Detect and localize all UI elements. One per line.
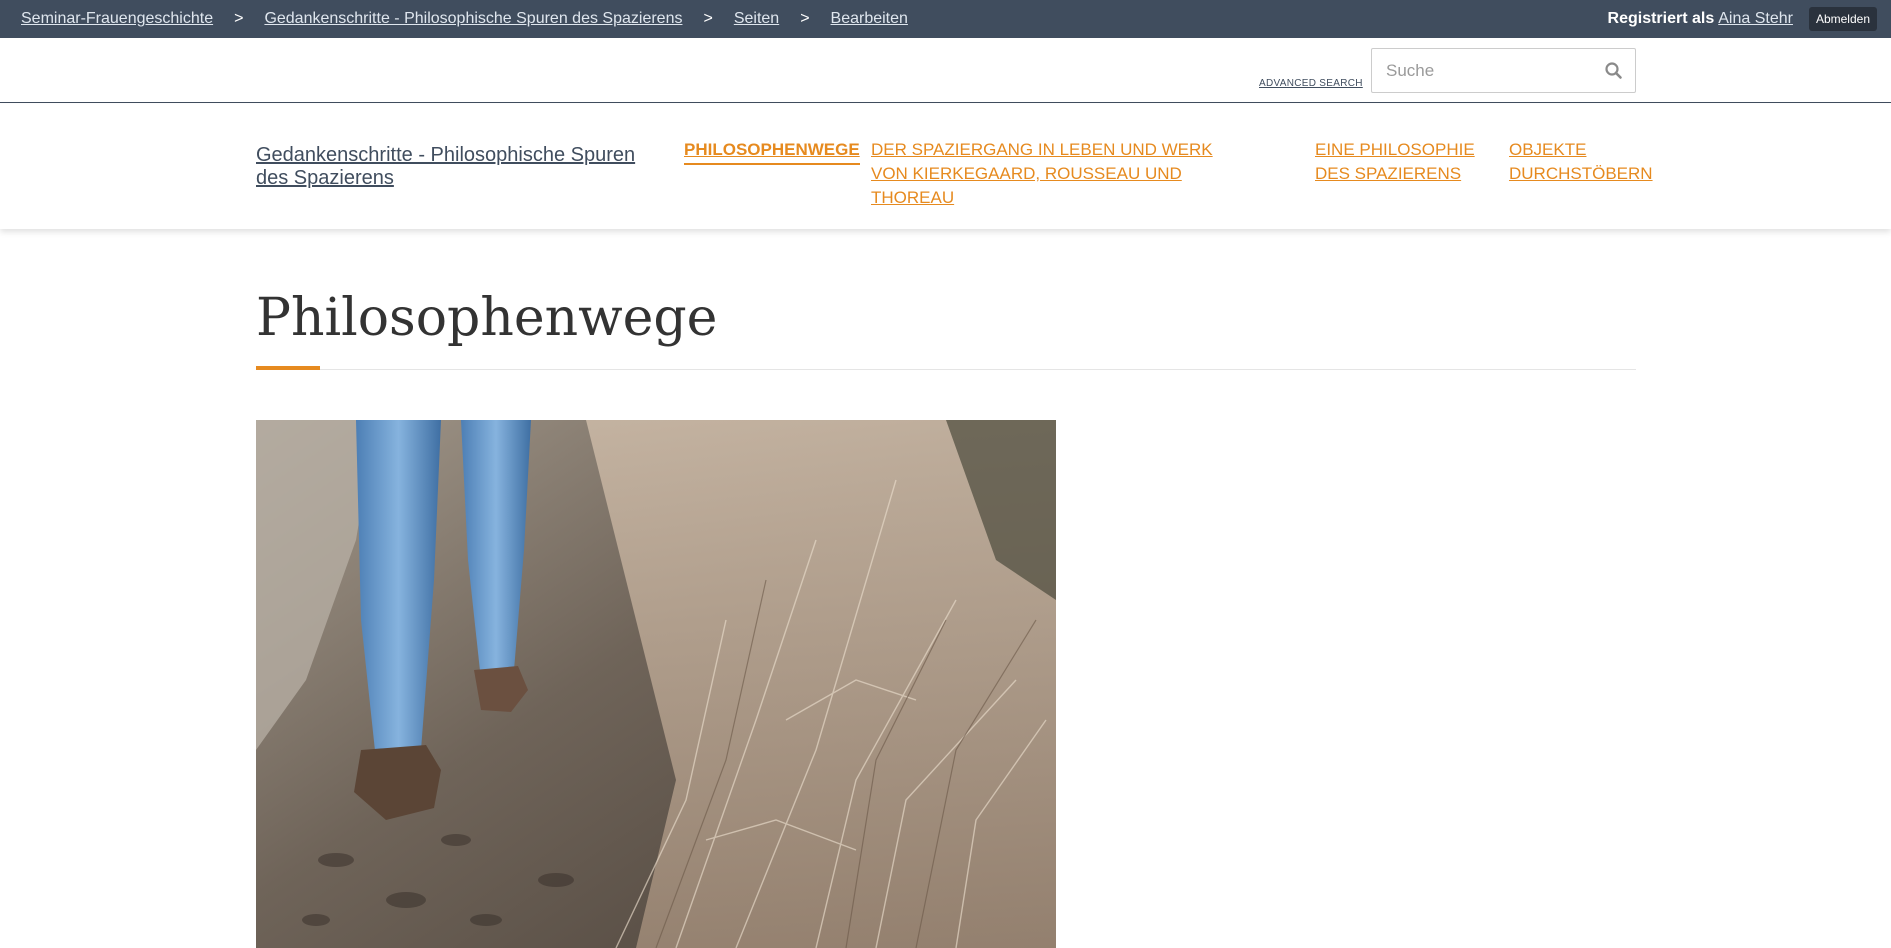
site-header: Gedankenschritte - Philosophische Spuren… (0, 104, 1891, 229)
advanced-search-link[interactable]: ADVANCED SEARCH (1259, 78, 1363, 89)
user-area: Registriert als Aina Stehr Abmelden (1608, 0, 1877, 38)
breadcrumb-separator: > (234, 10, 244, 27)
breadcrumb-separator: > (703, 10, 713, 27)
search-box (1371, 48, 1636, 93)
breadcrumb-item-site[interactable]: Seminar-Frauengeschichte (21, 10, 213, 28)
hero-image (256, 420, 1056, 948)
title-divider (256, 369, 1636, 370)
search-icon[interactable] (1603, 60, 1625, 82)
registered-as-label: Registriert als (1607, 10, 1715, 27)
search-input[interactable] (1372, 49, 1592, 92)
nav-item-philosophenwege[interactable]: Philosophenwege (684, 138, 860, 165)
user-name-link[interactable]: Aina Stehr (1718, 10, 1793, 28)
breadcrumb-item-exhibit[interactable]: Gedankenschritte - Philosophische Spuren… (264, 10, 682, 28)
search-strip: ADVANCED SEARCH (0, 38, 1891, 103)
page-title: Philosophenwege (256, 288, 718, 348)
logout-button[interactable]: Abmelden (1808, 7, 1877, 31)
breadcrumb-separator: > (800, 10, 810, 27)
nav-item-objekte[interactable]: Objekte durchstöbern (1509, 138, 1653, 186)
site-title-link[interactable]: Gedankenschritte - Philosophische Spuren… (256, 144, 666, 190)
breadcrumb-item-edit[interactable]: Bearbeiten (831, 10, 908, 28)
admin-bar: Seminar-Frauengeschichte > Gedankenschri… (0, 0, 1891, 38)
breadcrumb-item-pages[interactable]: Seiten (734, 10, 779, 28)
title-accent-bar (256, 366, 320, 370)
nav-item-spaziergang[interactable]: Der Spaziergang in Leben und Werk von Ki… (871, 138, 1251, 210)
nav-item-philosophie[interactable]: Eine Philosophie des Spazierens (1315, 138, 1485, 186)
breadcrumb: Seminar-Frauengeschichte > Gedankenschri… (21, 0, 908, 38)
